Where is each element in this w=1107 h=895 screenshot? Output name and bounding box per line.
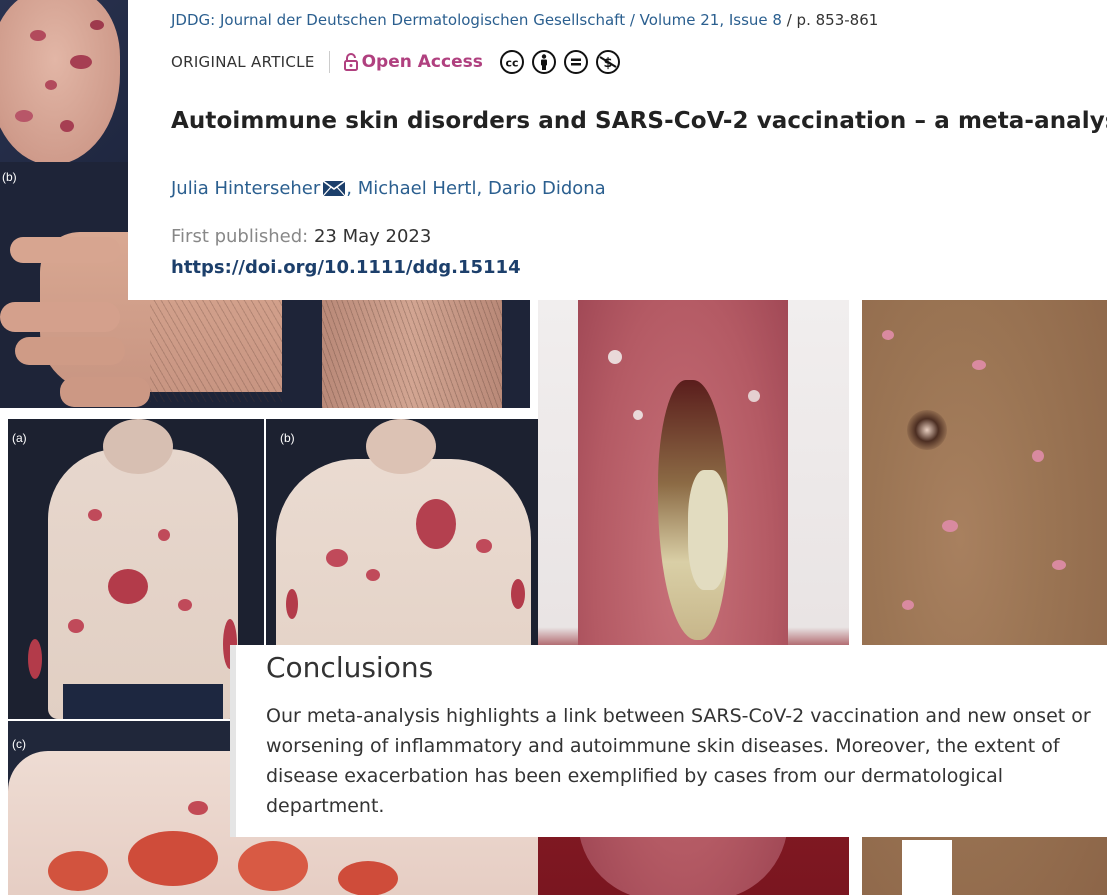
- non-commercial-icon: $: [595, 50, 620, 74]
- panel-label-hand: (b): [2, 170, 17, 184]
- article-type: ORIGINAL ARTICLE: [171, 53, 315, 71]
- journal-separator: /: [781, 11, 797, 29]
- email-icon[interactable]: [323, 181, 346, 196]
- first-published-label: First published:: [171, 226, 309, 247]
- open-lock-icon: [343, 53, 358, 71]
- open-access-badge[interactable]: Open Access: [343, 52, 483, 72]
- doi-link[interactable]: https://doi.org/10.1111/ddg.15114: [171, 257, 521, 278]
- article-header: JDDG: Journal der Deutschen Dermatologis…: [128, 0, 1107, 300]
- panel-label-back: (a): [12, 431, 27, 445]
- svg-text:cc: cc: [505, 57, 518, 70]
- panel-label-chest: (b): [280, 431, 295, 445]
- open-access-label: Open Access: [361, 52, 483, 72]
- author-link[interactable]: Michael Hertl: [358, 178, 477, 199]
- back-photo: (a): [8, 419, 264, 719]
- panel-label-arm: (c): [12, 737, 26, 751]
- by-attribution-icon: [531, 50, 556, 74]
- publication-date: First published: 23 May 2023: [171, 226, 431, 247]
- journal-citation: JDDG: Journal der Deutschen Dermatologis…: [171, 11, 878, 29]
- forearm-photo: [282, 300, 530, 408]
- first-published-date: 23 May 2023: [313, 226, 432, 247]
- conclusions-section: Conclusions Our meta-analysis highlights…: [230, 645, 1107, 837]
- author-link[interactable]: Julia Hinterseher: [171, 178, 320, 199]
- article-title: Autoimmune skin disorders and SARS-CoV-2…: [171, 108, 1107, 134]
- license-icons[interactable]: cc $: [499, 49, 627, 75]
- journal-link[interactable]: JDDG: Journal der Deutschen Dermatologis…: [171, 11, 782, 29]
- author-separator: ,: [346, 178, 358, 199]
- no-derivatives-icon: [563, 50, 588, 74]
- page-range: p. 853-861: [796, 11, 879, 29]
- foot-photo: [0, 0, 128, 162]
- article-meta-row: ORIGINAL ARTICLE Open Access cc $: [171, 50, 627, 74]
- divider: [328, 51, 330, 73]
- author-link[interactable]: Dario Didona: [488, 178, 606, 199]
- cc-icon: cc: [499, 50, 524, 74]
- conclusions-heading: Conclusions: [266, 651, 434, 684]
- conclusions-text: Our meta-analysis highlights a link betw…: [266, 705, 1091, 817]
- author-separator: ,: [476, 178, 488, 199]
- author-list: Julia Hinterseher , Michael Hertl , Dari…: [171, 178, 606, 199]
